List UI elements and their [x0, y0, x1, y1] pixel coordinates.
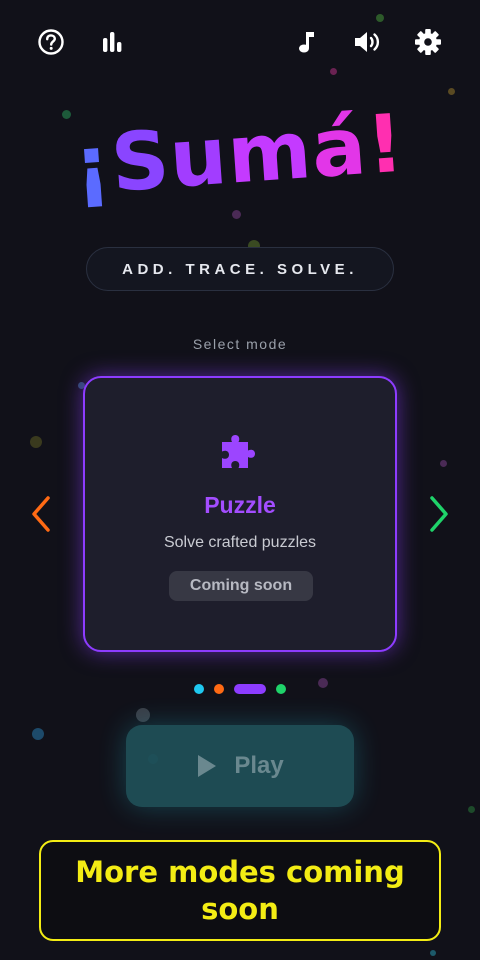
stats-button[interactable]: [94, 24, 130, 60]
select-mode-label: Select mode: [192, 336, 288, 352]
bg-dot: [318, 678, 328, 688]
next-mode-button[interactable]: [424, 494, 454, 534]
pager-dot[interactable]: [276, 684, 286, 694]
logo-letter: ¡: [70, 117, 115, 213]
mode-title: Puzzle: [204, 492, 276, 518]
more-modes-banner: More modes coming soon: [39, 840, 441, 941]
tagline: ADD. TRACE. SOLVE.: [86, 247, 394, 291]
play-button[interactable]: Play: [126, 725, 354, 807]
logo-letter: !: [363, 96, 408, 192]
logo-letter: u: [166, 108, 231, 206]
game-logo: ¡Sumá!: [0, 91, 480, 244]
bg-dot: [32, 728, 44, 740]
play-label: Play: [234, 752, 284, 779]
music-toggle[interactable]: [288, 24, 324, 60]
volume-icon: [355, 32, 380, 52]
pager-dot[interactable]: [194, 684, 204, 694]
bg-dot: [376, 14, 384, 22]
mode-card[interactable]: Puzzle Solve crafted puzzles Coming soon: [83, 376, 397, 652]
logo-letter: á: [308, 99, 370, 196]
bg-dot: [440, 460, 447, 467]
volume-toggle[interactable]: [349, 24, 385, 60]
music-icon: [299, 32, 314, 53]
help-button[interactable]: [33, 24, 69, 60]
stats-icon: [103, 32, 122, 52]
puzzle-icon: [222, 435, 255, 468]
settings-icon: [415, 29, 441, 55]
pager-dot-active[interactable]: [234, 684, 266, 694]
logo-letter: S: [108, 112, 174, 210]
bg-dot: [330, 68, 337, 75]
mode-description: Solve crafted puzzles: [163, 534, 317, 551]
chevron-left-icon: [32, 496, 50, 532]
settings-button[interactable]: [410, 24, 446, 60]
play-icon: [198, 755, 217, 777]
help-icon: [38, 29, 64, 55]
chevron-right-icon: [430, 496, 448, 532]
bg-dot: [30, 436, 42, 448]
logo-letter: m: [224, 103, 316, 202]
bg-dot: [136, 708, 150, 722]
bg-dot: [62, 110, 71, 119]
bg-dot: [430, 950, 436, 956]
coming-soon-badge: Coming soon: [169, 571, 313, 601]
prev-mode-button[interactable]: [26, 494, 56, 534]
pager-dot[interactable]: [214, 684, 224, 694]
bg-dot: [468, 806, 475, 813]
